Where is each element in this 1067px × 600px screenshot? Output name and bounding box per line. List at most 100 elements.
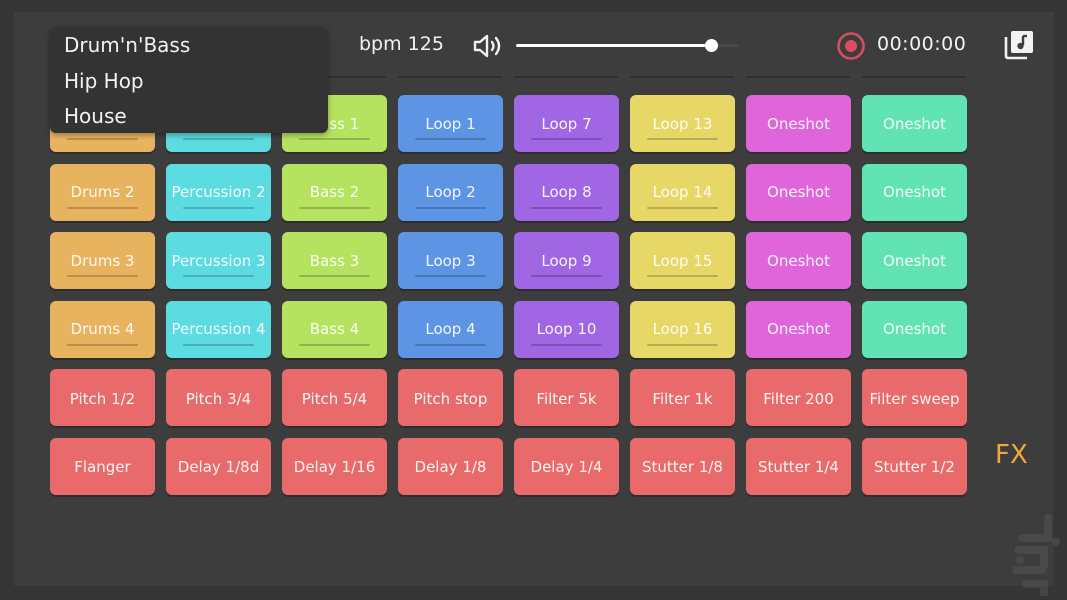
- pad-loop-9[interactable]: Loop 9: [514, 232, 619, 289]
- tab-line: [630, 76, 734, 78]
- pad-progress-bar: [647, 275, 718, 277]
- pad-label: Loop 10: [536, 320, 597, 338]
- pad-loop-14[interactable]: Loop 14: [630, 163, 735, 221]
- pad-oneshot[interactable]: Oneshot: [746, 95, 851, 152]
- pad-label: Filter 1k: [652, 389, 713, 408]
- pad-delay-1-4[interactable]: Delay 1/4: [514, 437, 619, 495]
- pad-label: Pitch stop: [413, 389, 488, 408]
- music-library-icon[interactable]: [1003, 29, 1035, 61]
- pad-loop-8[interactable]: Loop 8: [514, 163, 619, 221]
- pad-label: Loop 8: [541, 183, 592, 201]
- pad-oneshot[interactable]: Oneshot: [746, 232, 851, 289]
- pad-label: Oneshot: [883, 114, 946, 133]
- pad-loop-13[interactable]: Loop 13: [630, 95, 735, 152]
- menu-item-hip-hop[interactable]: Hip Hop: [64, 69, 144, 93]
- pad-flanger[interactable]: Flanger: [50, 437, 155, 495]
- pad-filter-200[interactable]: Filter 200: [746, 369, 851, 426]
- pad-label: Oneshot: [767, 114, 830, 133]
- pad-delay-1-8d[interactable]: Delay 1/8d: [166, 437, 271, 495]
- pad-label: Stutter 1/8: [642, 458, 723, 476]
- record-icon[interactable]: [836, 31, 866, 61]
- pad-delay-1-16[interactable]: Delay 1/16: [282, 437, 387, 495]
- pad-grid: Drums 1Percussion 1Bass 1Loop 1Loop 7Loo…: [50, 95, 967, 495]
- tab-line: [398, 76, 502, 78]
- pad-label: Oneshot: [767, 320, 830, 338]
- menu-item-house[interactable]: House: [64, 104, 127, 128]
- pad-bass-4[interactable]: Bass 4: [282, 300, 387, 358]
- pad-bass-3[interactable]: Bass 3: [282, 232, 387, 289]
- pad-oneshot[interactable]: Oneshot: [862, 95, 967, 152]
- pad-label: Oneshot: [767, 183, 830, 201]
- pad-progress-bar: [531, 275, 602, 277]
- pad-label: Filter 5k: [536, 389, 597, 408]
- pad-label: Pitch 1/2: [69, 389, 136, 408]
- pad-label: Flanger: [74, 458, 131, 476]
- pad-label: Drums 2: [70, 183, 135, 201]
- pad-label: Stutter 1/4: [758, 458, 839, 476]
- pad-label: Loop 1: [425, 114, 476, 133]
- pad-label: Loop 3: [425, 251, 476, 270]
- pad-label: Loop 4: [425, 320, 476, 338]
- pad-percussion-3[interactable]: Percussion 3: [166, 232, 271, 289]
- pad-oneshot[interactable]: Oneshot: [746, 300, 851, 358]
- pad-progress-bar: [415, 343, 486, 346]
- pad-pitch-3-4[interactable]: Pitch 3/4: [166, 369, 271, 426]
- pad-oneshot[interactable]: Oneshot: [862, 300, 967, 358]
- pad-loop-15[interactable]: Loop 15: [630, 232, 735, 289]
- pad-loop-1[interactable]: Loop 1: [398, 95, 503, 152]
- pad-progress-bar: [415, 206, 486, 209]
- volume-slider[interactable]: [516, 39, 738, 52]
- record-timer: 00:00:00: [877, 33, 967, 55]
- tab-line: [746, 76, 850, 78]
- pad-drums-4[interactable]: Drums 4: [50, 300, 155, 358]
- pad-label: Loop 7: [541, 114, 592, 133]
- pad-filter-sweep[interactable]: Filter sweep: [862, 369, 967, 426]
- pad-loop-10[interactable]: Loop 10: [514, 300, 619, 358]
- pad-filter-1k[interactable]: Filter 1k: [630, 369, 735, 426]
- pad-oneshot[interactable]: Oneshot: [862, 163, 967, 221]
- pad-oneshot[interactable]: Oneshot: [746, 163, 851, 221]
- app-store-watermark-icon: [1012, 514, 1060, 596]
- pad-oneshot[interactable]: Oneshot: [862, 232, 967, 289]
- pad-label: Percussion 3: [171, 251, 266, 270]
- pad-stutter-1-2[interactable]: Stutter 1/2: [862, 437, 967, 495]
- pad-label: Drums 3: [70, 251, 135, 270]
- pad-percussion-2[interactable]: Percussion 2: [166, 163, 271, 221]
- bpm-display[interactable]: bpm 125: [359, 33, 444, 55]
- pad-filter-5k[interactable]: Filter 5k: [514, 369, 619, 426]
- pad-pitch-5-4[interactable]: Pitch 5/4: [282, 369, 387, 426]
- pad-bass-2[interactable]: Bass 2: [282, 163, 387, 221]
- tab-line: [514, 76, 618, 78]
- pad-progress-bar: [415, 138, 486, 140]
- pad-percussion-4[interactable]: Percussion 4: [166, 300, 271, 358]
- pad-loop-16[interactable]: Loop 16: [630, 300, 735, 358]
- pad-stutter-1-8[interactable]: Stutter 1/8: [630, 437, 735, 495]
- pad-label: Oneshot: [767, 251, 830, 270]
- pad-progress-bar: [299, 206, 370, 209]
- pad-label: Percussion 2: [171, 183, 266, 201]
- pad-progress-bar: [299, 138, 370, 140]
- pad-loop-7[interactable]: Loop 7: [514, 95, 619, 152]
- menu-item-drum-n-bass[interactable]: Drum'n'Bass: [64, 33, 190, 57]
- pad-pitch-stop[interactable]: Pitch stop: [398, 369, 503, 426]
- pad-loop-3[interactable]: Loop 3: [398, 232, 503, 289]
- pad-progress-bar: [647, 206, 718, 209]
- pad-label: Bass 4: [309, 320, 360, 338]
- pad-progress-bar: [531, 138, 602, 140]
- fx-label[interactable]: FX: [995, 440, 1028, 470]
- pad-label: Bass 2: [309, 183, 360, 201]
- pad-progress-bar: [67, 343, 138, 346]
- pad-progress-bar: [183, 138, 254, 140]
- pad-pitch-1-2[interactable]: Pitch 1/2: [50, 369, 155, 426]
- pad-drums-2[interactable]: Drums 2: [50, 163, 155, 221]
- pad-delay-1-8[interactable]: Delay 1/8: [398, 437, 503, 495]
- volume-slider-fill: [516, 44, 712, 47]
- pad-loop-4[interactable]: Loop 4: [398, 300, 503, 358]
- volume-slider-thumb[interactable]: [705, 39, 719, 52]
- pad-drums-3[interactable]: Drums 3: [50, 232, 155, 289]
- pad-label: Oneshot: [883, 251, 946, 270]
- pad-label: Delay 1/8d: [177, 458, 260, 476]
- pad-stutter-1-4[interactable]: Stutter 1/4: [746, 437, 851, 495]
- pad-loop-2[interactable]: Loop 2: [398, 163, 503, 221]
- speaker-icon[interactable]: [472, 33, 504, 59]
